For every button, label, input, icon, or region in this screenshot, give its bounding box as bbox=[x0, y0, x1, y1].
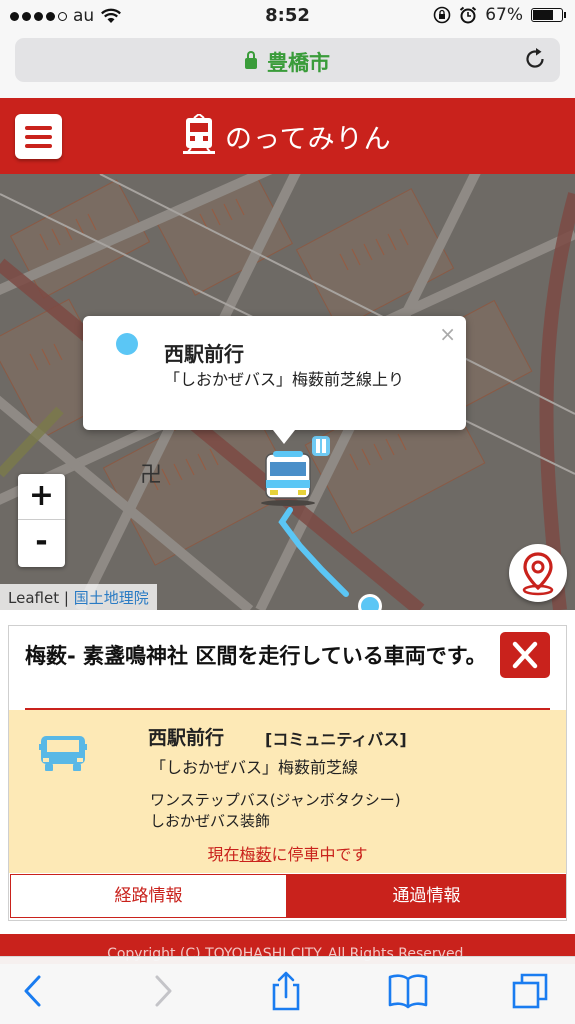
tram-icon bbox=[183, 114, 215, 154]
browser-address-area: 豊橋市 bbox=[0, 32, 575, 98]
tab-passing-info[interactable]: 通過情報 bbox=[287, 874, 566, 918]
address-text: 豊橋市 bbox=[15, 47, 560, 77]
vehicle-destination: 西駅前行 bbox=[148, 727, 225, 749]
status-right: 67% bbox=[433, 5, 566, 25]
panel-close-button[interactable] bbox=[500, 632, 550, 678]
bus-marker-icon[interactable] bbox=[260, 450, 316, 508]
close-icon bbox=[512, 641, 538, 669]
tabs-icon[interactable] bbox=[510, 971, 550, 1011]
rotation-lock-icon bbox=[433, 6, 451, 24]
back-icon[interactable] bbox=[14, 971, 54, 1011]
vehicle-info-panel: 梅薮- 素盞鳴神社 区間を走行している車両です。 西駅前行 [コミュニティバス]… bbox=[8, 625, 567, 921]
svg-text:卍: 卍 bbox=[140, 463, 162, 488]
vehicle-model: ワンステップバス(ジャンボタクシー) bbox=[150, 791, 401, 809]
app-logo: のってみりん bbox=[183, 114, 392, 158]
vehicle-status: 現在梅薮に停車中です bbox=[9, 841, 566, 865]
vehicle-card[interactable]: 西駅前行 [コミュニティバス] 「しおかぜバス」梅薮前芝線 ワンステップバス(ジ… bbox=[9, 710, 566, 873]
location-pin-icon bbox=[522, 552, 554, 596]
battery-icon bbox=[531, 8, 566, 22]
forward-icon[interactable] bbox=[142, 971, 182, 1011]
vehicle-type: [コミュニティバス] bbox=[265, 730, 407, 749]
battery-percent: 67% bbox=[485, 5, 523, 25]
bookmarks-icon[interactable] bbox=[388, 971, 428, 1011]
map-view[interactable]: 卍 西駅前行 「しおかぜバス」梅薮前芝線上り × + - Leaflet | 国… bbox=[0, 174, 575, 610]
app-name: のってみりん bbox=[225, 123, 392, 155]
zoom-out-button[interactable]: - bbox=[18, 520, 65, 566]
vehicle-popup: 西駅前行 「しおかぜバス」梅薮前芝線上り × bbox=[83, 316, 466, 444]
status-stop-link[interactable]: 梅薮 bbox=[239, 845, 271, 864]
reload-icon[interactable] bbox=[522, 46, 548, 72]
popup-route: 「しおかぜバス」梅薮前芝線上り bbox=[164, 370, 405, 389]
vehicle-decoration: しおかぜバス装飾 bbox=[150, 812, 271, 830]
app-header: のってみりん bbox=[0, 98, 575, 174]
share-icon[interactable] bbox=[266, 971, 306, 1011]
leaflet-link[interactable]: Leaflet bbox=[8, 589, 59, 607]
gsi-link[interactable]: 国土地理院 bbox=[74, 589, 149, 607]
vehicle-route: 「しおかぜバス」梅薮前芝線 bbox=[150, 758, 359, 777]
popup-close-button[interactable]: × bbox=[439, 322, 456, 346]
attribution-separator: | bbox=[63, 589, 69, 607]
status-suffix: に停車中です bbox=[271, 845, 368, 864]
zoom-in-button[interactable]: + bbox=[18, 474, 65, 520]
lock-icon bbox=[245, 51, 257, 69]
popup-destination: 西駅前行 bbox=[164, 342, 244, 366]
status-prefix: 現在 bbox=[207, 845, 240, 864]
menu-button[interactable] bbox=[15, 114, 62, 159]
status-bar: au 8:52 67% bbox=[0, 0, 575, 32]
tab-route-info[interactable]: 経路情報 bbox=[10, 874, 287, 918]
route-color-dot bbox=[116, 333, 138, 355]
bus-icon bbox=[39, 736, 87, 771]
browser-toolbar bbox=[0, 956, 575, 1024]
zoom-control: + - bbox=[18, 474, 65, 567]
locate-button[interactable] bbox=[509, 544, 567, 602]
address-bar[interactable]: 豊橋市 bbox=[15, 38, 560, 82]
alarm-icon bbox=[460, 6, 477, 24]
map-attribution: Leaflet | 国土地理院 bbox=[0, 584, 157, 610]
site-title: 豊橋市 bbox=[267, 51, 330, 75]
panel-title: 梅薮- 素盞鳴神社 区間を走行している車両です。 bbox=[25, 644, 487, 668]
